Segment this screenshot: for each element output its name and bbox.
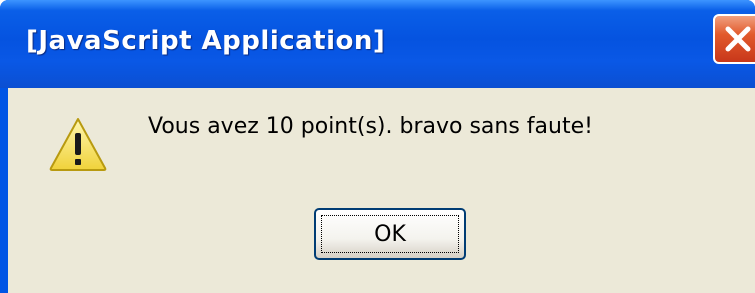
window-title: [JavaScript Application] — [26, 26, 386, 56]
warning-icon — [49, 118, 107, 171]
title-bar[interactable]: [JavaScript Application] — [0, 0, 755, 88]
ok-button[interactable]: OK — [314, 208, 466, 260]
dialog-body: Vous avez 10 point(s). bravo sans faute!… — [8, 88, 755, 293]
close-button[interactable] — [713, 14, 755, 64]
alert-dialog-window: [JavaScript Application] Vous avez 10 po… — [0, 0, 755, 293]
alert-message: Vous avez 10 point(s). bravo sans faute! — [148, 114, 593, 139]
close-icon — [725, 26, 751, 52]
ok-button-label: OK — [321, 215, 459, 253]
